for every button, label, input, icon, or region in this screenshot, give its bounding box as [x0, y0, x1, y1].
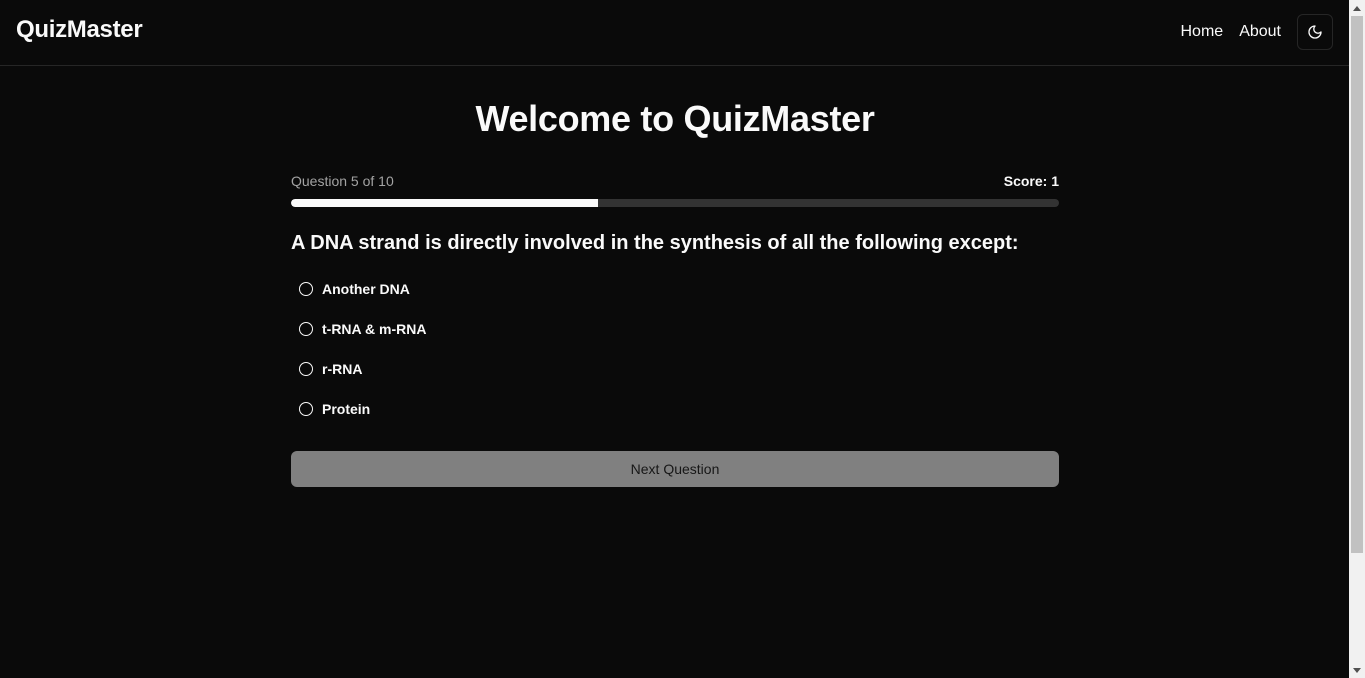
nav-about-link[interactable]: About: [1239, 23, 1281, 41]
answer-options: Another DNA t-RNA & m-RNA r-RNA Protein: [299, 277, 1059, 437]
scroll-down-arrow-icon[interactable]: [1349, 662, 1365, 678]
nav-home-link[interactable]: Home: [1181, 23, 1224, 41]
radio-button[interactable]: [299, 282, 313, 296]
progress-bar-fill: [291, 199, 599, 207]
navbar: QuizMaster Home About: [0, 0, 1349, 66]
answer-option[interactable]: Protein: [299, 397, 1059, 421]
page: QuizMaster Home About Welcome to QuizMas…: [0, 0, 1349, 678]
answer-option-label: Protein: [322, 401, 371, 417]
radio-button[interactable]: [299, 402, 313, 416]
next-question-button[interactable]: Next Question: [291, 451, 1059, 487]
scrollbar-thumb[interactable]: [1351, 16, 1363, 553]
answer-option[interactable]: t-RNA & m-RNA: [299, 317, 1059, 341]
answer-option-label: t-RNA & m-RNA: [322, 321, 427, 337]
answer-option[interactable]: Another DNA: [299, 277, 1059, 301]
progress-bar: [291, 199, 1059, 207]
moon-icon: [1308, 25, 1322, 39]
answer-option-label: r-RNA: [322, 361, 363, 377]
question-counter: Question 5 of 10: [291, 173, 394, 189]
radio-button[interactable]: [299, 362, 313, 376]
theme-toggle-button[interactable]: [1297, 14, 1333, 50]
answer-option[interactable]: r-RNA: [299, 357, 1059, 381]
score-label: Score: 1: [1003, 173, 1059, 189]
nav-links: Home About: [1181, 14, 1333, 50]
progress-header: Question 5 of 10 Score: 1: [291, 173, 1059, 189]
answer-option-label: Another DNA: [322, 281, 410, 297]
brand-logo[interactable]: QuizMaster: [16, 16, 143, 44]
vertical-scrollbar[interactable]: [1349, 0, 1365, 678]
scroll-up-arrow-icon[interactable]: [1349, 0, 1365, 16]
radio-button[interactable]: [299, 322, 313, 336]
page-title: Welcome to QuizMaster: [475, 98, 875, 139]
question-text: A DNA strand is directly involved in the…: [291, 232, 1019, 254]
